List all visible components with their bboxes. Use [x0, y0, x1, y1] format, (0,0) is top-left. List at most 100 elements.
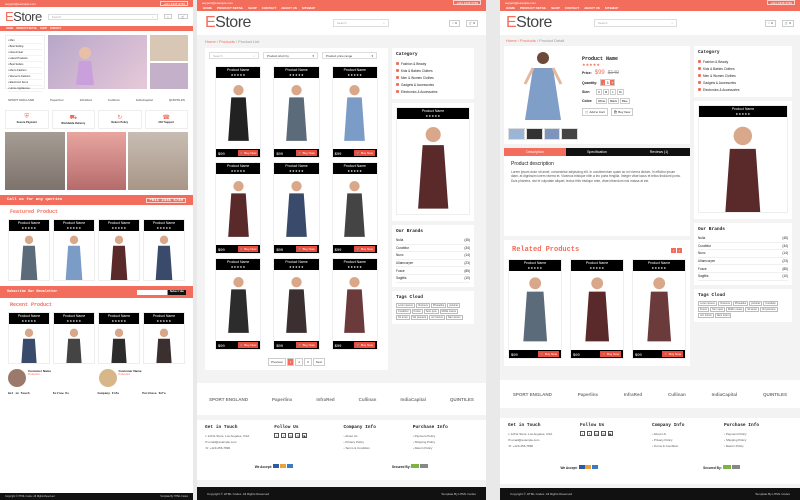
- product-card[interactable]: Product Name ★★★★★ $99🛒 Buy Now: [331, 258, 378, 350]
- sidebar-category-item[interactable]: Electronics & Accessories: [396, 88, 470, 95]
- brand-item[interactable]: Sagittis (10): [396, 275, 470, 283]
- breadcrumb-link[interactable]: Home: [205, 39, 216, 44]
- linkedin-icon[interactable]: in: [288, 433, 294, 438]
- thumbnail[interactable]: [508, 128, 525, 140]
- nav-shop[interactable]: SHOP: [551, 6, 560, 10]
- sidebar-category-item[interactable]: Gadgets & Accessories: [396, 81, 470, 88]
- footer-phone[interactable]: ☏ +123-456-7890: [508, 443, 576, 449]
- tab-description[interactable]: Description: [504, 148, 566, 156]
- color-option[interactable]: White: [596, 98, 608, 104]
- buy-now-button[interactable]: 🛒 Buy Now: [354, 246, 375, 252]
- product-card[interactable]: Product Name ★★★★★ $99🛒 Buy Now: [8, 312, 50, 364]
- related-next-button[interactable]: ›: [677, 247, 682, 253]
- product-card[interactable]: Product Name ★★★★★ $99🛒 Buy Now: [570, 259, 624, 359]
- nav-contact[interactable]: CONTACT: [565, 6, 579, 10]
- size-option[interactable]: S: [596, 89, 602, 95]
- nav-product-detail[interactable]: PRODUCT DETAIL: [520, 6, 546, 10]
- hero-side-image-1[interactable]: [150, 35, 188, 61]
- tag-chip[interactable]: Sem quis: [423, 308, 439, 314]
- buy-now-button[interactable]: 🛒 Buy Now: [296, 246, 317, 252]
- buy-now-button[interactable]: 🛒 Buy Now: [237, 342, 259, 348]
- brand-item[interactable]: Fusce (85): [396, 267, 470, 275]
- brand-item[interactable]: Nulla (45): [698, 235, 788, 243]
- page-link[interactable]: 1: [286, 358, 295, 366]
- tag-chip[interactable]: pulvinar: [749, 300, 763, 306]
- nav-shop[interactable]: SHOP: [40, 27, 47, 30]
- tab-reviews[interactable]: Reviews (1): [628, 148, 690, 156]
- search-input[interactable]: Search ⌕: [593, 19, 678, 27]
- linkedin-icon[interactable]: in: [594, 431, 599, 436]
- buy-now-button[interactable]: 🛍 Buy Now: [610, 108, 634, 116]
- tag-chip[interactable]: Lorem ipsum: [396, 302, 415, 308]
- tag-chip[interactable]: orci luctus: [698, 312, 714, 318]
- template-credit[interactable]: Template By HTML Codex: [441, 492, 476, 496]
- product-card[interactable]: Product Name ★★★★★ $99🛒 Buy Now: [143, 312, 185, 364]
- product-card[interactable]: Product Name ★★★★★ $99🛒 Buy Now: [698, 105, 788, 213]
- nav-product-detail[interactable]: PRODUCT DETAIL: [16, 27, 37, 30]
- sidebar-category-item[interactable]: Men & Women Clothes: [396, 74, 470, 81]
- top-phone[interactable]: +011 2345 6789: [767, 0, 795, 5]
- price-range-select[interactable]: Product price range ▾: [322, 52, 377, 59]
- tag-chip[interactable]: Nam lorem: [445, 314, 463, 320]
- tag-chip[interactable]: Sem quis: [710, 306, 725, 312]
- brand-item[interactable]: Nulla (45): [396, 237, 470, 245]
- footer-purchase-link[interactable]: › Return Policy: [724, 443, 792, 449]
- newsletter-subscribe-button[interactable]: Subscribe: [167, 289, 186, 295]
- color-option[interactable]: Black: [608, 98, 619, 104]
- list-search-input[interactable]: Search ⌕: [209, 52, 259, 59]
- cart-icon[interactable]: 🛒: [178, 14, 188, 19]
- logo[interactable]: EStore: [506, 14, 552, 32]
- size-option[interactable]: L: [610, 89, 616, 95]
- instagram-icon[interactable]: ◎: [295, 433, 301, 438]
- quantity-plus-button[interactable]: +: [610, 80, 615, 85]
- tag-chip[interactable]: Nam lorem: [714, 312, 732, 318]
- product-card[interactable]: Product Name ★★★★★ $99🛒 Buy Now: [215, 162, 262, 254]
- product-card[interactable]: Product Name ★★★★★ $99🛒 Buy Now: [331, 162, 378, 254]
- product-card[interactable]: Product Name ★★★★★ $99🛒 Buy Now: [215, 258, 262, 350]
- tag-chip[interactable]: Curabitur: [396, 308, 411, 314]
- brand-item[interactable]: Ullamcorper (23): [698, 258, 788, 266]
- top-phone[interactable]: +011 2345 6789: [453, 0, 481, 5]
- brand-item[interactable]: Nunc (14): [698, 250, 788, 258]
- tag-chip[interactable]: Lorem ipsum: [698, 300, 717, 306]
- brand-item[interactable]: Sagittis (10): [698, 273, 788, 281]
- nav-product-detail[interactable]: PRODUCT DETAIL: [217, 6, 243, 10]
- breadcrumb-link[interactable]: Products: [520, 38, 536, 43]
- tag-chip[interactable]: Sit amet: [745, 306, 759, 312]
- brand-item[interactable]: Curabitur (34): [396, 245, 470, 253]
- top-phone[interactable]: +011 2345 6789: [160, 1, 188, 6]
- product-card[interactable]: Product Name ★★★★★ $99🛒 Buy Now: [273, 66, 320, 158]
- add-to-cart-button[interactable]: 🛒 Add to Cart: [582, 108, 608, 116]
- buy-now-button[interactable]: 🛒 Buy Now: [354, 342, 375, 348]
- sidebar-category-item[interactable]: Electronics & Accessories: [698, 86, 788, 93]
- product-card[interactable]: Product Name ★★★★★ $99🛒 Buy Now: [215, 66, 262, 158]
- brand-item[interactable]: Ullamcorper (23): [396, 260, 470, 268]
- product-card[interactable]: Product Name ★★★★★ $99🛒 Buy Now: [53, 312, 95, 364]
- category-image-2[interactable]: [66, 132, 127, 190]
- nav-contact[interactable]: CONTACT: [50, 27, 62, 30]
- template-credit[interactable]: Template By HTML Codex: [755, 492, 790, 496]
- brand-item[interactable]: Nunc (14): [396, 252, 470, 260]
- product-card[interactable]: Product Name ★★★★★ $99🛒 Buy Now: [143, 219, 185, 281]
- page-link[interactable]: Previous: [268, 358, 286, 366]
- brand-item[interactable]: Fusce (85): [698, 265, 788, 273]
- color-option[interactable]: Blue: [620, 98, 630, 104]
- wishlist-button[interactable]: ♡ 0: [448, 19, 460, 27]
- tag-chip[interactable]: Phasellus: [430, 302, 447, 308]
- sidebar-category-item[interactable]: Gadgets & Accessories: [698, 79, 788, 86]
- logo[interactable]: EStore: [5, 9, 42, 24]
- tab-specification[interactable]: Specification: [566, 148, 628, 156]
- youtube-icon[interactable]: ▶: [608, 431, 613, 436]
- twitter-icon[interactable]: t: [274, 433, 280, 438]
- nav-home[interactable]: HOME: [6, 27, 13, 30]
- top-email[interactable]: support@example.com: [505, 1, 536, 5]
- buy-now-button[interactable]: 🛒 Buy Now: [296, 342, 317, 348]
- buy-now-button[interactable]: 🛒 Buy Now: [538, 351, 559, 357]
- hero-side-image-2[interactable]: [150, 63, 188, 89]
- tag-chip[interactable]: orci luctus: [429, 314, 445, 320]
- sidebar-category-item[interactable]: Fashion & Beauty: [698, 58, 788, 65]
- logo[interactable]: EStore: [205, 14, 251, 32]
- footer-purchase-link[interactable]: › Return Policy: [413, 445, 478, 451]
- nav-home[interactable]: HOME: [203, 6, 212, 10]
- category-image-3[interactable]: [128, 132, 188, 190]
